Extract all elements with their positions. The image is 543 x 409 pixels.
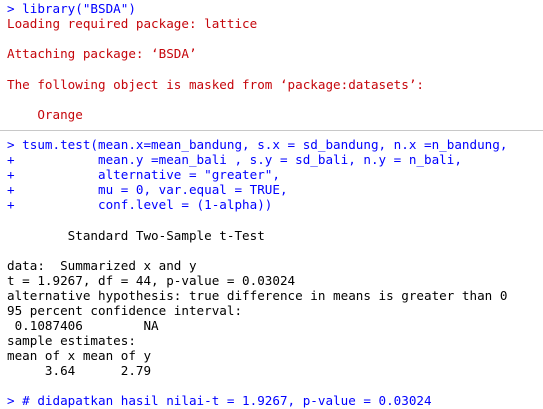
output-test-title: Standard Two-Sample t-Test (7, 228, 265, 243)
output-sample-estimates-header: mean of x mean of y (7, 348, 152, 363)
output-sample-estimates-values: 3.64 2.79 (7, 363, 152, 378)
output-confidence-interval-values: 0.1087406 NA (7, 318, 159, 333)
r-console[interactable]: > library("BSDA") Loading required packa… (0, 0, 543, 409)
output-confidence-interval-label: 95 percent confidence interval: (7, 303, 243, 318)
command-tsum-test: > tsum.test(mean.x=mean_bandung, s.x = s… (7, 137, 508, 152)
output-t-statistic: t = 1.9267, df = 44, p-value = 0.03024 (7, 273, 296, 288)
command-library: > library("BSDA") (7, 1, 136, 16)
output-sample-estimates-label: sample estimates: (7, 333, 136, 348)
output-alternative-hypothesis: alternative hypothesis: true difference … (7, 288, 508, 303)
command-comment: > # didapatkan hasil nilai-t = 1.9267, p… (7, 393, 432, 408)
output-data: data: Summarized x and y (7, 258, 197, 273)
output-divider (0, 130, 543, 131)
message-attaching-bsda: Attaching package: ‘BSDA’ (7, 46, 197, 61)
message-loading-lattice: Loading required package: lattice (7, 16, 258, 31)
command-continuation: + conf.level = (1-alpha)) (7, 197, 273, 212)
command-continuation: + mu = 0, var.equal = TRUE, (7, 182, 288, 197)
command-continuation: + alternative = "greater", (7, 167, 280, 182)
message-masked-object: The following object is masked from ‘pac… (7, 77, 425, 92)
message-masked-name: Orange (7, 107, 83, 122)
command-continuation: + mean.y =mean_bali , s.y = sd_bali, n.y… (7, 152, 462, 167)
